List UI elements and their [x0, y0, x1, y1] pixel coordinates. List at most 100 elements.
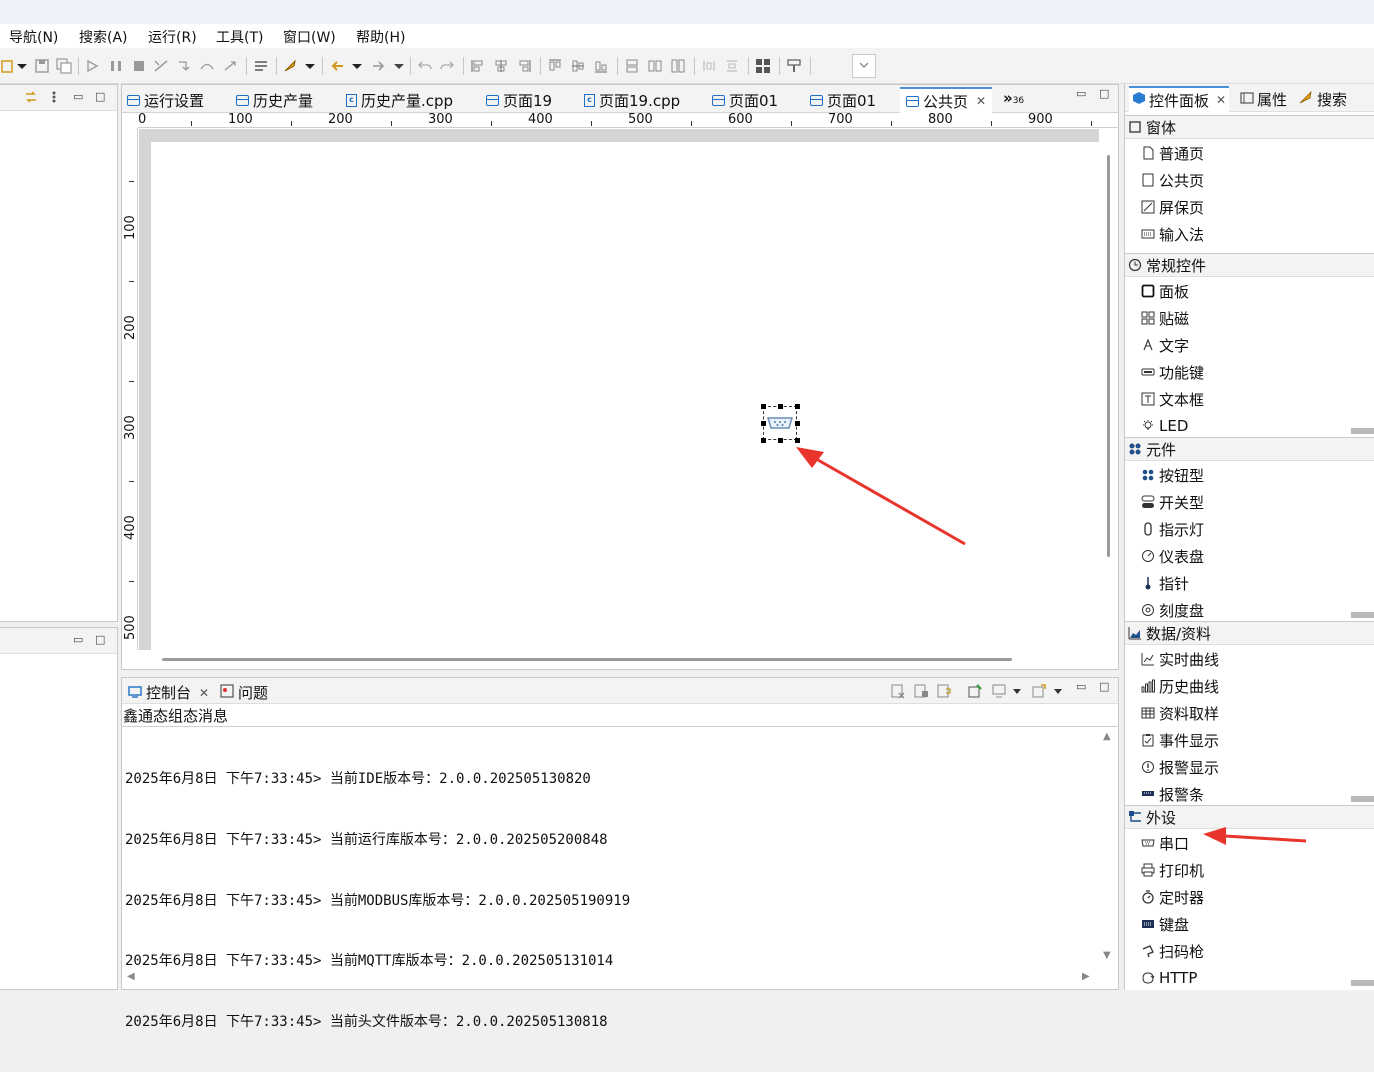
- palette-item-text[interactable]: 文字: [1141, 335, 1189, 355]
- save-all-icon[interactable]: [56, 58, 72, 74]
- section-scrollbar[interactable]: [1351, 428, 1374, 434]
- category-window[interactable]: 窗体: [1125, 115, 1374, 139]
- resize-handle[interactable]: [795, 438, 800, 443]
- zoom-combo-box[interactable]: [852, 54, 876, 78]
- palette-item-tiles[interactable]: 贴磁: [1141, 308, 1189, 328]
- palette-item-indicator[interactable]: 指示灯: [1141, 519, 1204, 539]
- maximize-icon[interactable]: □: [1099, 87, 1109, 100]
- tab-page01-2[interactable]: 页面01: [810, 90, 876, 110]
- menu-search[interactable]: 搜索(A): [79, 27, 128, 47]
- close-icon[interactable]: ✕: [1216, 93, 1226, 107]
- resize-handle[interactable]: [761, 404, 766, 409]
- palette-item-data-sampling[interactable]: 资料取样: [1141, 703, 1219, 723]
- align-right-icon[interactable]: [516, 58, 532, 74]
- dropdown-arrow-icon[interactable]: [391, 58, 407, 74]
- scroll-left-arrow-icon[interactable]: ◀: [127, 971, 135, 982]
- tab-console[interactable]: 控制台 ✕: [128, 682, 209, 703]
- resize-handle[interactable]: [778, 438, 783, 443]
- tab-problems[interactable]: 问题: [220, 682, 268, 703]
- distribute-vertical-icon[interactable]: [724, 58, 740, 74]
- palette-item-keyboard[interactable]: 键盘: [1141, 914, 1189, 934]
- section-scrollbar[interactable]: [1351, 980, 1374, 986]
- palette-item-gauge[interactable]: 仪表盘: [1141, 546, 1204, 566]
- dropdown-arrow-icon[interactable]: [302, 58, 318, 74]
- dropdown-arrow-icon[interactable]: [1011, 683, 1023, 703]
- tab-run-settings[interactable]: 运行设置: [127, 90, 204, 110]
- category-common-controls[interactable]: 常规控件: [1125, 253, 1374, 277]
- same-width-icon[interactable]: [624, 58, 640, 74]
- palette-item-input-method[interactable]: 输入法: [1141, 224, 1204, 244]
- palette-item-dial[interactable]: 刻度盘: [1141, 600, 1204, 620]
- palette-item-timer[interactable]: 定时器: [1141, 887, 1204, 907]
- word-wrap-icon[interactable]: [936, 683, 952, 703]
- maximize-icon[interactable]: □: [1099, 680, 1109, 693]
- palette-item-common-page[interactable]: 公共页: [1141, 170, 1204, 190]
- palette-item-event-display[interactable]: 事件显示: [1141, 730, 1219, 750]
- scroll-right-arrow-icon[interactable]: ▶: [1082, 971, 1090, 982]
- dropdown-arrow-icon[interactable]: [1052, 683, 1064, 703]
- palette-item-panel[interactable]: 面板: [1141, 281, 1189, 301]
- build-icon[interactable]: [282, 58, 298, 74]
- format-painter-icon[interactable]: [786, 58, 802, 74]
- align-middle-icon[interactable]: [570, 58, 586, 74]
- distribute-horizontal-icon[interactable]: [701, 58, 717, 74]
- tab-properties[interactable]: 属性: [1240, 89, 1287, 110]
- open-console-icon[interactable]: [1031, 683, 1047, 703]
- palette-item-normal-page[interactable]: 普通页: [1141, 143, 1204, 163]
- resize-handle[interactable]: [761, 421, 766, 426]
- palette-item-scanner[interactable]: 扫码枪: [1141, 941, 1204, 961]
- redo-icon[interactable]: [439, 58, 455, 74]
- step-return-icon[interactable]: [222, 58, 238, 74]
- step-into-icon[interactable]: [176, 58, 192, 74]
- minimize-icon[interactable]: ▭: [1076, 680, 1086, 693]
- palette-item-led[interactable]: LED: [1141, 416, 1188, 436]
- category-data[interactable]: 数据/资料: [1125, 621, 1374, 645]
- view-menu-icon[interactable]: [50, 89, 58, 109]
- clear-console-icon[interactable]: [890, 683, 906, 703]
- dropdown-arrow-icon[interactable]: [14, 58, 30, 74]
- scroll-lock-icon[interactable]: [913, 683, 929, 703]
- menu-help[interactable]: 帮助(H): [356, 27, 405, 47]
- disconnect-icon[interactable]: [153, 58, 169, 74]
- maximize-icon[interactable]: □: [95, 633, 105, 646]
- palette-item-http[interactable]: HTTP: [1141, 968, 1197, 988]
- save-icon[interactable]: [34, 58, 50, 74]
- palette-item-alarm-bar[interactable]: 报警条: [1141, 784, 1204, 804]
- serial-port-widget[interactable]: [761, 404, 800, 443]
- resize-handle[interactable]: [795, 421, 800, 426]
- tab-page19-cpp[interactable]: c 页面19.cpp: [584, 90, 680, 110]
- horizontal-scrollbar[interactable]: [162, 658, 1012, 661]
- tab-history-output[interactable]: 历史产量: [236, 90, 313, 110]
- grid-icon[interactable]: [755, 58, 771, 74]
- same-size-icon[interactable]: [670, 58, 686, 74]
- stop-icon[interactable]: [131, 58, 147, 74]
- palette-item-serial-port[interactable]: 串口: [1141, 833, 1189, 853]
- minimize-icon[interactable]: ▭: [1076, 87, 1086, 100]
- menu-tools[interactable]: 工具(T): [216, 27, 263, 47]
- pause-icon[interactable]: [108, 58, 124, 74]
- palette-item-pointer[interactable]: 指针: [1141, 573, 1189, 593]
- resize-handle[interactable]: [795, 404, 800, 409]
- minimize-icon[interactable]: ▭: [73, 633, 83, 646]
- palette-item-switch-type[interactable]: 开关型: [1141, 492, 1204, 512]
- back-icon[interactable]: [329, 58, 345, 74]
- undo-icon[interactable]: [417, 58, 433, 74]
- step-over-icon[interactable]: [199, 58, 215, 74]
- palette-item-alarm-display[interactable]: 报警显示: [1141, 757, 1219, 777]
- vertical-scrollbar[interactable]: [1107, 155, 1110, 557]
- menu-navigate[interactable]: 导航(N): [9, 27, 58, 47]
- palette-item-button-type[interactable]: 按钮型: [1141, 465, 1204, 485]
- align-left-icon[interactable]: [470, 58, 486, 74]
- menu-run[interactable]: 运行(R): [148, 27, 197, 47]
- display-console-icon[interactable]: [991, 683, 1007, 703]
- maximize-icon[interactable]: □: [95, 90, 105, 103]
- tab-control-panel[interactable]: 控件面板 ✕: [1129, 86, 1230, 112]
- pin-console-icon[interactable]: [967, 683, 983, 703]
- align-top-icon[interactable]: [547, 58, 563, 74]
- run-icon[interactable]: [84, 58, 100, 74]
- console-output[interactable]: 2025年6月8日 下午7:33:45> 当前IDE版本号：2.0.0.2025…: [125, 729, 630, 1072]
- align-center-icon[interactable]: [493, 58, 509, 74]
- tab-search[interactable]: 搜索: [1298, 89, 1347, 110]
- tab-common-page[interactable]: 公共页 ✕: [900, 87, 993, 113]
- same-height-icon[interactable]: [647, 58, 663, 74]
